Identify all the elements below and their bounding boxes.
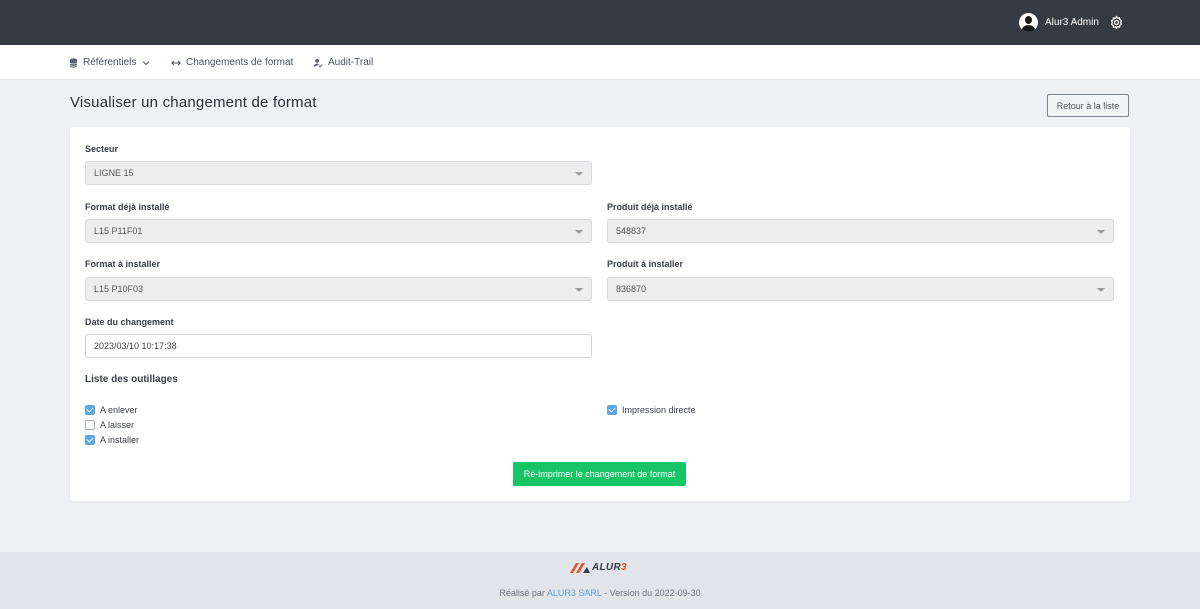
user-name: Alur3 Admin xyxy=(1045,17,1099,28)
caret-down-icon xyxy=(1097,230,1105,234)
chevron-down-icon xyxy=(142,60,150,65)
gear-icon[interactable] xyxy=(1109,15,1124,30)
format-installe-select[interactable]: L15 P11F01 xyxy=(85,219,592,243)
nav-item-label: Audit-Trail xyxy=(328,57,374,68)
format-installe-label: Format déjà installé xyxy=(85,202,170,212)
checkbox-a-installer[interactable]: A installer xyxy=(85,435,139,445)
produit-installe-select[interactable]: 548837 xyxy=(607,219,1114,243)
caret-down-icon xyxy=(1097,288,1105,292)
back-to-list-button[interactable]: Retour à la liste xyxy=(1047,94,1129,117)
checkbox-label: A enlever xyxy=(100,405,138,415)
footer: ALUR3 Réalisé par ALUR3 SARL - Version d… xyxy=(0,552,1200,609)
produit-installe-label: Produit déjà installé xyxy=(607,202,693,212)
checkbox-a-enlever[interactable]: A enlever xyxy=(85,405,138,415)
checkbox-checked-icon xyxy=(85,405,95,415)
secteur-label: Secteur xyxy=(85,144,119,154)
nav-item-audit-trail[interactable]: Audit-Trail xyxy=(313,57,373,68)
nav-item-referentiels[interactable]: Référentiels xyxy=(69,57,150,68)
produit-a-installer-label: Produit à installer xyxy=(607,259,684,269)
checkbox-impression-directe[interactable]: Impression directe xyxy=(607,405,696,415)
checkbox-label: A laisser xyxy=(100,420,135,430)
arrows-horizontal-icon xyxy=(171,60,181,65)
secteur-select[interactable]: LIGNE 15 xyxy=(85,161,592,185)
alur3-logo: ALUR3 xyxy=(570,562,627,573)
checkbox-a-laisser[interactable]: A laisser xyxy=(85,420,134,430)
database-icon xyxy=(69,57,78,68)
footer-credits: Réalisé par ALUR3 SARL - Version du 2022… xyxy=(499,588,701,598)
format-a-installer-label: Format à installer xyxy=(85,259,161,269)
produit-installe-value: 548837 xyxy=(616,226,647,236)
nav-item-label: Référentiels xyxy=(83,57,137,68)
user-menu[interactable]: Alur3 Admin xyxy=(1019,13,1099,32)
produit-a-installer-value: 836870 xyxy=(616,284,647,294)
checkbox-label: Impression directe xyxy=(622,405,696,415)
caret-down-icon xyxy=(575,230,583,234)
logo-text: ALUR3 xyxy=(592,562,627,573)
secteur-value: LIGNE 15 xyxy=(94,168,134,178)
reprint-button[interactable]: Ré-imprimer le changement de format xyxy=(513,462,686,486)
checkbox-checked-icon xyxy=(85,435,95,445)
user-avatar-icon xyxy=(1019,13,1038,32)
format-a-installer-select[interactable]: L15 P10F03 xyxy=(85,277,592,301)
top-bar: Alur3 Admin xyxy=(0,0,1200,45)
produit-a-installer-select[interactable]: 836870 xyxy=(607,277,1114,301)
format-a-installer-value: L15 P10F03 xyxy=(94,284,144,294)
checkbox-label: A installer xyxy=(100,435,140,445)
company-link[interactable]: ALUR3 SARL xyxy=(547,588,602,598)
main-nav: Référentiels Changements de format Audit… xyxy=(0,45,1200,80)
caret-down-icon xyxy=(575,288,583,292)
format-installe-value: L15 P11F01 xyxy=(94,226,143,236)
checkbox-unchecked-icon xyxy=(85,420,95,430)
nav-item-label: Changements de format xyxy=(186,57,294,68)
date-input[interactable] xyxy=(85,334,592,358)
user-check-icon xyxy=(313,58,323,67)
format-change-card: Secteur LIGNE 15 Format déjà installé L1… xyxy=(70,127,1130,501)
caret-down-icon xyxy=(575,172,583,176)
page-title: Visualiser un changement de format xyxy=(70,94,317,111)
outillages-title: Liste des outillages xyxy=(85,374,178,385)
alur3-logo-mark-icon xyxy=(570,562,590,573)
checkbox-checked-icon xyxy=(607,405,617,415)
date-label: Date du changement xyxy=(85,317,174,327)
nav-item-changements[interactable]: Changements de format xyxy=(171,57,293,68)
